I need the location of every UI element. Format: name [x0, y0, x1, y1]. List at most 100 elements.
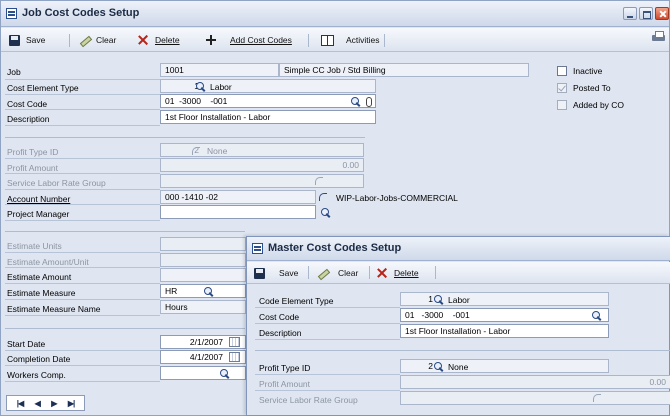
eraser-icon — [316, 267, 328, 279]
row-divider — [5, 125, 160, 126]
lookup-icon[interactable] — [320, 207, 331, 218]
master-cost-code-field[interactable]: 01 -3000 -001 — [400, 308, 609, 322]
estimate-amount-label: Estimate Amount — [7, 272, 72, 282]
master-clear-button[interactable]: Clear — [316, 266, 358, 280]
section-divider — [5, 328, 245, 329]
project-manager-field[interactable] — [160, 205, 316, 219]
added-by-co-checkbox — [557, 100, 567, 110]
toolbar: Save Clear Delete Add Cost Codes Activit… — [1, 28, 669, 52]
cost-element-type-label: Cost Element Type — [7, 83, 79, 93]
account-number-description: WIP-Labor-Jobs-COMMERCIAL — [336, 193, 458, 203]
activities-button[interactable]: Activities — [321, 33, 380, 47]
job-field[interactable]: 1001 — [160, 63, 279, 77]
first-record-button[interactable]: |◀ — [17, 399, 24, 408]
master-profit-amount-field: 0.00 — [400, 375, 670, 389]
lookup-arrow-icon — [591, 393, 602, 404]
calendar-icon[interactable] — [229, 337, 240, 347]
close-button[interactable] — [655, 7, 669, 20]
inactive-checkbox[interactable] — [557, 66, 567, 76]
add-cost-codes-label: Add Cost Codes — [230, 35, 292, 45]
posted-to-checkbox — [557, 83, 567, 93]
cost-code-field[interactable]: 01 -3000 -001 — [160, 94, 376, 108]
description-field[interactable]: 1st Floor Installation - Labor — [160, 110, 376, 124]
master-profit-type-id-field[interactable]: 2 — [400, 359, 609, 373]
master-delete-button[interactable]: Delete — [376, 266, 419, 280]
next-record-button[interactable]: ▶ — [51, 399, 57, 408]
job-label: Job — [7, 67, 21, 77]
lookup-icon[interactable] — [433, 294, 444, 305]
lookup-icon[interactable] — [433, 361, 444, 372]
master-service-labor-rate-group-field — [400, 391, 670, 405]
cost-element-type-number: 1 — [194, 81, 199, 91]
save-button[interactable]: Save — [9, 33, 45, 47]
title-bar: Job Cost Codes Setup — [1, 1, 669, 27]
last-record-button[interactable]: ▶| — [68, 399, 75, 408]
service-labor-rate-group-field — [160, 174, 364, 188]
lookup-icon[interactable] — [591, 310, 602, 321]
toolbar-separator — [384, 34, 385, 47]
lookup-icon[interactable] — [350, 96, 361, 107]
estimate-measure-name-field[interactable]: Hours — [160, 300, 246, 314]
master-cost-codes-window: Master Cost Codes Setup Save Clear Delet… — [246, 236, 670, 416]
clear-button[interactable]: Clear — [78, 33, 116, 47]
lookup-icon[interactable] — [195, 81, 206, 92]
cost-element-type-field[interactable]: 1 — [160, 79, 376, 93]
code-element-type-field[interactable]: 1 — [400, 292, 609, 306]
lookup-icon[interactable] — [203, 286, 214, 297]
master-window-title: Master Cost Codes Setup — [268, 242, 402, 254]
master-title-bar: Master Cost Codes Setup — [247, 237, 670, 261]
lookup-arrow-icon — [313, 176, 324, 187]
save-icon — [254, 267, 265, 279]
attachment-icon[interactable] — [366, 97, 372, 107]
minimize-button[interactable] — [623, 7, 637, 20]
toolbar-separator — [69, 34, 70, 47]
calendar-icon[interactable] — [229, 352, 240, 362]
section-divider — [5, 137, 365, 138]
added-by-co-label: Added by CO — [573, 100, 625, 110]
master-description-label: Description — [259, 328, 302, 338]
row-divider — [5, 189, 160, 190]
row-divider — [5, 94, 160, 95]
toolbar-separator — [308, 266, 309, 279]
project-manager-label: Project Manager — [7, 209, 70, 219]
code-element-type-number: 1 — [428, 294, 433, 304]
plus-icon — [206, 35, 216, 45]
add-cost-codes-button[interactable]: Add Cost Codes — [206, 33, 292, 47]
record-navigator: |◀ ◀ ▶ ▶| — [6, 395, 85, 411]
workers-comp-field[interactable] — [160, 366, 246, 380]
account-number-label[interactable]: Account Number — [7, 194, 70, 204]
account-number-field[interactable]: 000 -1410 -02 — [160, 190, 316, 204]
row-divider — [5, 283, 160, 284]
lookup-icon[interactable] — [219, 368, 230, 379]
save-label: Save — [26, 35, 46, 45]
profit-type-id-label: Profit Type ID — [7, 147, 59, 157]
delete-button[interactable]: Delete — [137, 33, 180, 47]
printer-icon[interactable] — [652, 31, 665, 43]
previous-record-button[interactable]: ◀ — [35, 399, 41, 408]
estimate-units-field — [160, 237, 246, 251]
row-divider — [5, 315, 160, 316]
lookup-arrow-icon[interactable] — [317, 192, 328, 203]
master-cost-code-label: Cost Code — [259, 312, 300, 322]
start-date-label: Start Date — [7, 339, 46, 349]
master-description-field[interactable]: 1st Floor Installation - Labor — [400, 324, 609, 338]
save-label: Save — [279, 268, 299, 278]
clear-label: Clear — [338, 268, 359, 278]
row-divider — [5, 299, 160, 300]
workers-comp-label: Workers Comp. — [7, 370, 66, 380]
job-description: Simple CC Job / Std Billing — [279, 63, 529, 77]
delete-x-icon — [137, 34, 149, 46]
clear-label: Clear — [96, 35, 117, 45]
profit-type-id-value: None — [207, 146, 228, 156]
row-divider — [5, 252, 160, 253]
estimate-amount-field[interactable] — [160, 268, 246, 282]
master-save-button[interactable]: Save — [254, 266, 298, 280]
toolbar-separator — [369, 266, 370, 279]
activities-icon — [321, 34, 334, 46]
row-divider — [5, 365, 160, 366]
row-divider — [255, 323, 400, 324]
cost-element-type-value: Labor — [210, 82, 232, 92]
inactive-label: Inactive — [573, 66, 603, 76]
profit-amount-field: 0.00 — [160, 158, 364, 172]
maximize-button[interactable] — [639, 7, 653, 20]
